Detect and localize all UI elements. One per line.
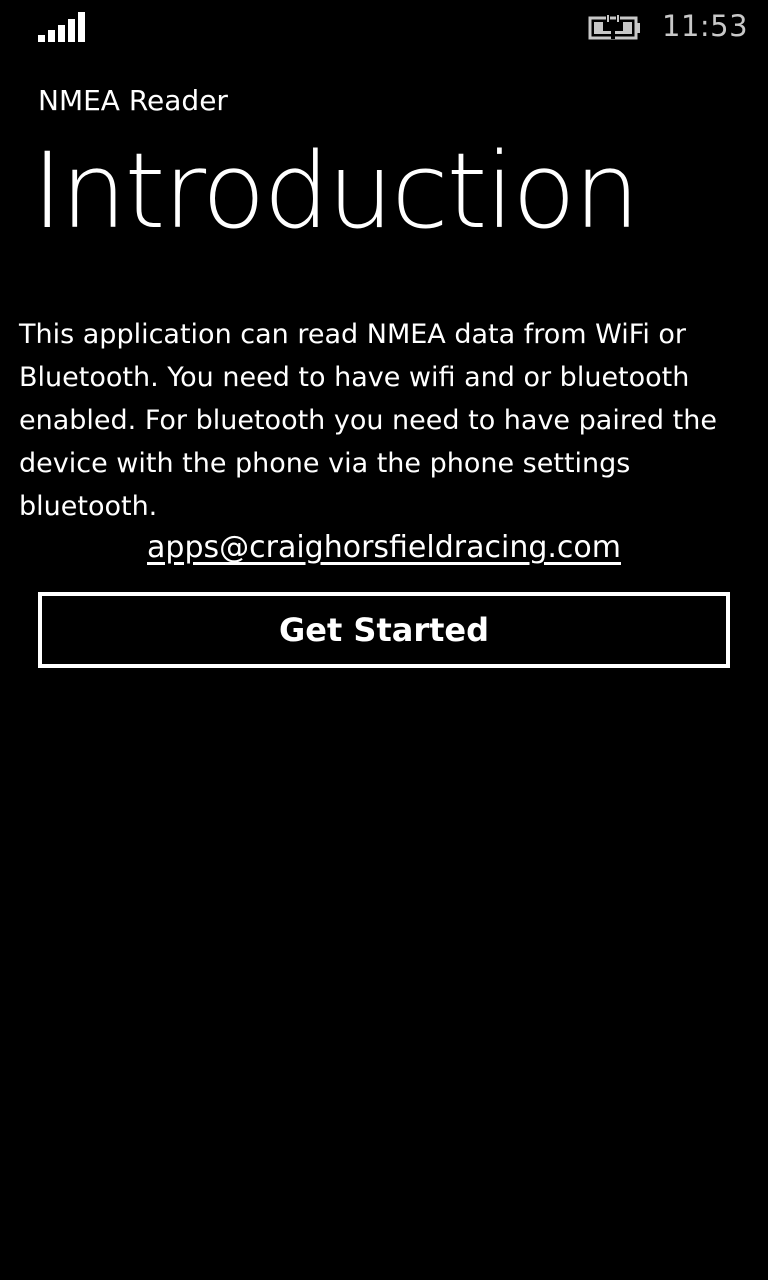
page-title: Introduction (32, 130, 640, 252)
get-started-button[interactable]: Get Started (38, 592, 730, 668)
signal-strength-icon (38, 12, 88, 42)
status-clock: 11:53 (662, 9, 749, 43)
battery-charging-icon (588, 14, 642, 42)
get-started-label: Get Started (278, 611, 490, 649)
email-link[interactable]: apps@craighorsfieldracing.com (0, 530, 768, 565)
intro-description: This application can read NMEA data from… (19, 319, 717, 522)
status-bar: 11:53 (0, 0, 768, 56)
app-name: NMEA Reader (38, 84, 228, 117)
